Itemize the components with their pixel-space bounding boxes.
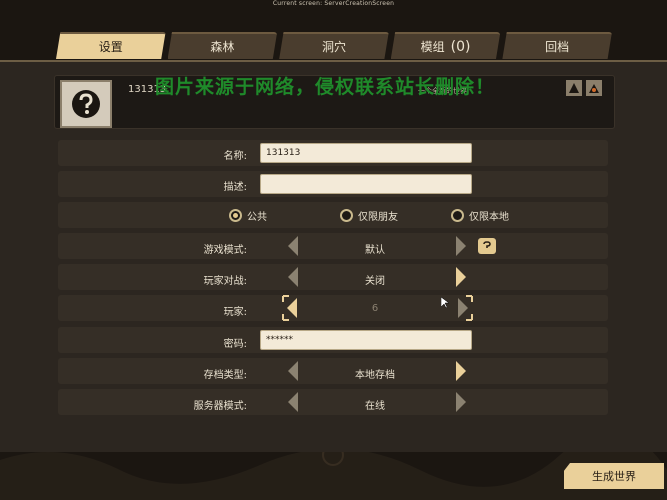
privacy-option-label: 仅限本地 — [469, 212, 509, 223]
watermark-text: 图片来源于网络，侵权联系站长删除！ — [155, 76, 496, 98]
tab-label: 模组 — [420, 40, 445, 54]
server-mode-prev-arrow-icon[interactable] — [286, 391, 300, 413]
tab-rollback[interactable]: 回档 — [502, 32, 612, 59]
tab-label: 洞穴 — [321, 40, 346, 54]
save-type-next-arrow-icon[interactable] — [454, 360, 468, 382]
server-mode-label: 服务器模式: — [193, 401, 247, 412]
mods-count: (0) — [450, 38, 471, 55]
description-label: 描述: — [223, 182, 247, 193]
radio-selected-icon — [229, 209, 242, 222]
tab-label: 设置 — [98, 40, 123, 54]
privacy-option-public[interactable]: 公共 — [229, 208, 267, 223]
server-description-input[interactable] — [260, 174, 472, 194]
shared-world-icon — [566, 80, 582, 96]
server-name-input[interactable]: 131313 — [260, 143, 472, 163]
players-value: 6 — [371, 303, 379, 314]
pvp-next-arrow-icon[interactable] — [454, 266, 468, 288]
privacy-option-label: 公共 — [247, 212, 267, 223]
save-type-label: 存档类型: — [203, 370, 247, 381]
screen-title: Current screen: ServerCreationScreen — [272, 0, 395, 7]
players-prev-arrow-icon[interactable] — [281, 294, 301, 322]
pvp-value: 关闭 — [365, 276, 385, 287]
server-lock-icon — [586, 80, 602, 96]
radio-unselected-icon — [451, 209, 464, 222]
tab-label: 回档 — [545, 40, 570, 54]
password-label: 密码: — [223, 339, 247, 350]
tab-bar: 设置 森林 洞穴 模组 (0) 回档 — [56, 32, 612, 59]
game-mode-label: 游戏模式: — [203, 245, 247, 256]
radio-unselected-icon — [340, 209, 353, 222]
pvp-prev-arrow-icon[interactable] — [286, 266, 300, 288]
players-label: 玩家: — [223, 307, 247, 318]
game-mode-info-icon[interactable] — [478, 238, 496, 254]
generate-world-button[interactable]: 生成世界 — [564, 463, 664, 489]
save-type-prev-arrow-icon[interactable] — [286, 360, 300, 382]
server-mode-value: 在线 — [365, 401, 385, 412]
game-mode-value: 默认 — [365, 245, 385, 256]
game-mode-next-arrow-icon[interactable] — [454, 235, 468, 257]
privacy-option-friends[interactable]: 仅限朋友 — [340, 208, 398, 223]
tab-label: 森林 — [210, 40, 235, 54]
players-next-arrow-icon[interactable] — [454, 294, 474, 322]
question-mark-icon — [72, 90, 100, 118]
privacy-option-local[interactable]: 仅限本地 — [451, 208, 509, 223]
server-avatar[interactable] — [60, 80, 112, 128]
tab-settings[interactable]: 设置 — [56, 32, 166, 59]
game-mode-prev-arrow-icon[interactable] — [286, 235, 300, 257]
tab-mods[interactable]: 模组 (0) — [390, 32, 501, 59]
save-type-value: 本地存档 — [355, 370, 395, 381]
privacy-option-label: 仅限朋友 — [358, 212, 398, 223]
tab-forest[interactable]: 森林 — [167, 32, 278, 59]
server-mode-next-arrow-icon[interactable] — [454, 391, 468, 413]
pvp-label: 玩家对战: — [203, 276, 247, 287]
privacy-row — [58, 202, 608, 228]
speech-bubble-icon — [483, 241, 491, 248]
password-input[interactable]: ****** — [260, 330, 472, 350]
mouse-cursor-icon — [441, 297, 449, 309]
tab-caves[interactable]: 洞穴 — [279, 32, 389, 59]
name-label: 名称: — [223, 151, 247, 162]
